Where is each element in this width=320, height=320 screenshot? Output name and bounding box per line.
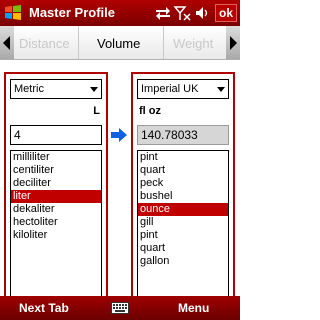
- list-item[interactable]: deciliter: [11, 177, 101, 190]
- chevron-left-icon: [3, 36, 10, 50]
- next-tab-softkey[interactable]: Next Tab: [19, 301, 69, 315]
- target-value-output: 140.78033: [137, 125, 229, 145]
- connectivity-icon[interactable]: [154, 5, 172, 21]
- source-panel: Metric L 4 milliliter centiliter decilit…: [4, 72, 108, 302]
- target-system-value: Imperial UK: [141, 83, 199, 95]
- arrow-right-icon: [111, 128, 127, 142]
- target-value-text: 140.78033: [141, 128, 198, 142]
- source-system-value: Metric: [14, 83, 44, 95]
- list-item-selected[interactable]: ounce: [138, 203, 228, 216]
- list-item[interactable]: peck: [138, 177, 228, 190]
- list-item[interactable]: bushel: [138, 190, 228, 203]
- list-item[interactable]: gill: [138, 216, 228, 229]
- volume-icon[interactable]: [194, 5, 210, 21]
- list-item[interactable]: kiloliter: [11, 229, 101, 242]
- source-value-text: 4: [14, 128, 21, 142]
- list-item[interactable]: dekaliter: [11, 203, 101, 216]
- tab-divider: [78, 26, 79, 59]
- signal-off-icon[interactable]: [173, 5, 191, 21]
- tab-volume[interactable]: Volume: [97, 36, 140, 51]
- list-item[interactable]: pint: [138, 229, 228, 242]
- source-unit-label: L: [93, 105, 100, 117]
- tab-strip: Distance Volume Weight: [0, 26, 240, 60]
- list-item[interactable]: pint: [138, 151, 228, 164]
- source-system-dropdown[interactable]: Metric: [10, 79, 102, 99]
- list-item[interactable]: gallon: [138, 255, 228, 268]
- source-unit-list[interactable]: milliliter centiliter deciliter liter de…: [10, 150, 102, 298]
- softkey-bar: Next Tab Menu: [0, 296, 240, 320]
- app-title: Master Profile: [29, 5, 115, 20]
- tab-divider: [163, 26, 164, 59]
- target-panel: Imperial UK fl oz 140.78033 pint quart p…: [131, 72, 235, 302]
- chevron-down-icon: [217, 87, 225, 92]
- target-system-dropdown[interactable]: Imperial UK: [137, 79, 229, 99]
- source-panel-body: Metric L 4 milliliter centiliter decilit…: [6, 74, 106, 300]
- tab-scroll-right-button[interactable]: [226, 26, 240, 59]
- keyboard-icon[interactable]: [111, 301, 129, 315]
- ok-button[interactable]: ok: [215, 4, 237, 22]
- source-value-input[interactable]: 4: [10, 125, 102, 145]
- target-unit-list[interactable]: pint quart peck bushel ounce gill pint q…: [137, 150, 229, 298]
- tab-weight[interactable]: Weight: [173, 36, 213, 51]
- title-bar: Master Profile ok: [0, 0, 240, 26]
- list-item[interactable]: quart: [138, 164, 228, 177]
- list-item[interactable]: quart: [138, 242, 228, 255]
- target-panel-body: Imperial UK fl oz 140.78033 pint quart p…: [133, 74, 233, 300]
- list-item[interactable]: centiliter: [11, 164, 101, 177]
- tab-scroll-left-button[interactable]: [0, 26, 14, 59]
- menu-softkey[interactable]: Menu: [178, 301, 209, 315]
- windows-flag-icon[interactable]: [3, 3, 23, 23]
- list-item[interactable]: milliliter: [11, 151, 101, 164]
- tab-distance[interactable]: Distance: [19, 36, 70, 51]
- target-unit-label: fl oz: [139, 105, 161, 117]
- chevron-down-icon: [90, 87, 98, 92]
- chevron-right-icon: [230, 36, 237, 50]
- list-item-selected[interactable]: liter: [11, 190, 101, 203]
- list-item[interactable]: hectoliter: [11, 216, 101, 229]
